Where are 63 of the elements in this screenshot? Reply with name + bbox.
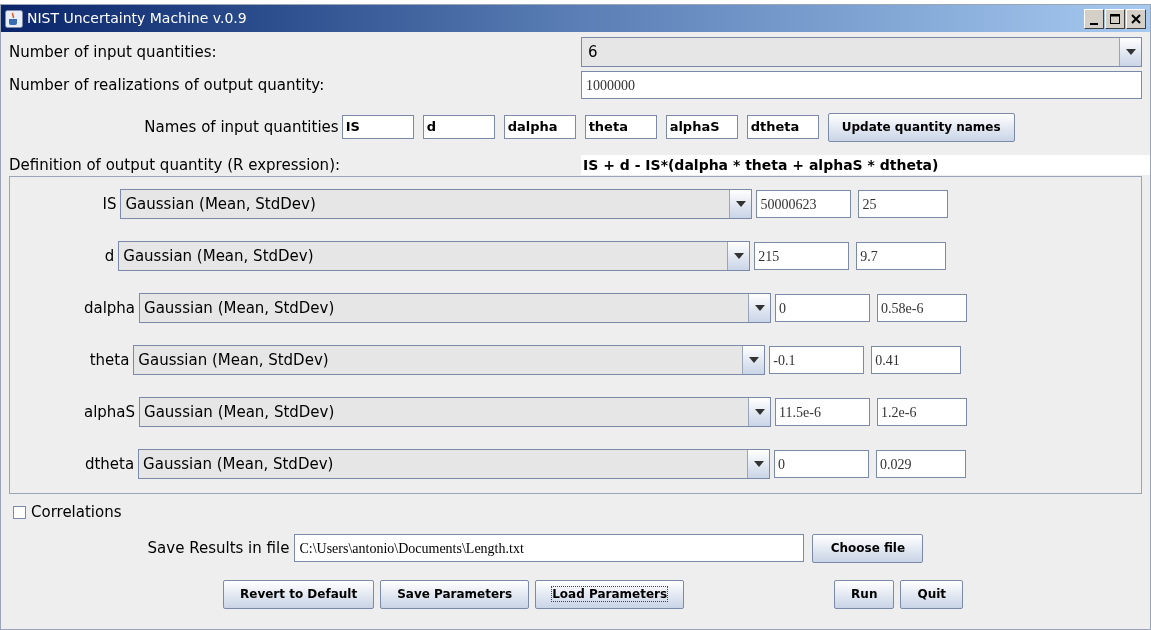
parameter-field[interactable]: 0: [775, 294, 871, 322]
parameter-field[interactable]: 0.029: [876, 450, 967, 478]
field-label: Definition of output quantity (R expression):: [9, 154, 342, 176]
maximize-icon: [1110, 13, 1120, 24]
action-button[interactable]: Load Parameters: [535, 579, 685, 609]
distribution-dropdown[interactable]: Gaussian (Mean, StdDev): [118, 241, 751, 271]
quantity-name-field[interactable]: d: [422, 115, 495, 139]
dropdown-arrow-icon: [1125, 49, 1136, 55]
minimize-button[interactable]: [1084, 8, 1104, 29]
parameter-field[interactable]: 0.58e-6: [877, 294, 968, 322]
field-label: Names of input quantities: [144, 116, 339, 138]
quantity-name-field[interactable]: alphaS: [665, 115, 738, 139]
close-button[interactable]: [1126, 8, 1146, 29]
parameter-field[interactable]: 0.41: [871, 346, 962, 374]
checkbox-label: Correlations: [31, 501, 122, 523]
dropdown-arrow-icon: [754, 305, 765, 311]
field-label: Number of realizations of output quantity:: [9, 74, 326, 96]
dropdown-arrow-icon: [754, 409, 765, 415]
dropdown-arrow-icon: [733, 253, 744, 259]
quantity-name-field[interactable]: dtheta: [746, 115, 819, 139]
quantity-name-field[interactable]: dalpha: [503, 115, 576, 139]
distribution-dropdown[interactable]: Gaussian (Mean, StdDev): [133, 345, 766, 375]
quantity-label: d: [104, 245, 115, 267]
parameter-field[interactable]: 1.2e-6: [877, 398, 968, 426]
quantity-name-field[interactable]: IS: [341, 115, 414, 139]
correlations-checkbox[interactable]: [13, 505, 26, 519]
parameter-field[interactable]: 0: [774, 450, 870, 478]
parameter-field[interactable]: -0.1: [769, 346, 865, 374]
maximize-button[interactable]: [1105, 8, 1125, 29]
field-label: Save Results in file: [147, 537, 290, 559]
action-button[interactable]: Run: [834, 579, 895, 609]
expression-field[interactable]: IS + d - IS*(dalpha * theta + alphaS * dtheta): [581, 155, 1150, 175]
minimize-icon: [1090, 22, 1098, 25]
parameter-field[interactable]: 50000623: [756, 190, 852, 218]
parameter-field[interactable]: 25: [858, 190, 949, 218]
quantity-label: dalpha: [83, 297, 136, 319]
distribution-dropdown[interactable]: Gaussian (Mean, StdDev): [139, 293, 772, 323]
distribution-dropdown[interactable]: Gaussian (Mean, StdDev): [138, 449, 771, 479]
quantity-name-field[interactable]: theta: [584, 115, 657, 139]
quantity-label: theta: [89, 349, 130, 371]
quantity-label: dtheta: [84, 453, 135, 475]
field-label: Number of input quantities:: [9, 41, 218, 63]
quantity-count-dropdown[interactable]: 6: [581, 37, 1142, 67]
window-title: NIST Uncertainty Machine v.0.9: [27, 9, 247, 28]
close-icon: [1131, 13, 1141, 24]
quantity-label: alphaS: [83, 401, 136, 423]
file-path-field[interactable]: C:\Users\antonio\Documents\Length.txt: [294, 534, 805, 562]
dropdown-arrow-icon: [735, 201, 746, 207]
parameter-field[interactable]: 215: [754, 242, 850, 270]
update-names-button[interactable]: Update quantity names: [827, 112, 1015, 142]
choose-file-button[interactable]: Choose file: [812, 533, 924, 563]
dropdown-arrow-icon: [753, 461, 764, 467]
quantity-label: IS: [102, 193, 117, 215]
dropdown-arrow-icon: [748, 357, 759, 363]
distribution-dropdown[interactable]: Gaussian (Mean, StdDev): [120, 189, 753, 219]
distribution-dropdown[interactable]: Gaussian (Mean, StdDev): [139, 397, 772, 427]
coffee-cup-icon: [5, 9, 23, 28]
realizations-field[interactable]: 1000000: [581, 71, 1142, 99]
action-button[interactable]: Save Parameters: [380, 579, 530, 609]
parameter-field[interactable]: 9.7: [856, 242, 947, 270]
action-button[interactable]: Revert to Default: [223, 579, 375, 609]
parameter-field[interactable]: 11.5e-6: [775, 398, 871, 426]
action-button[interactable]: Quit: [900, 579, 964, 609]
